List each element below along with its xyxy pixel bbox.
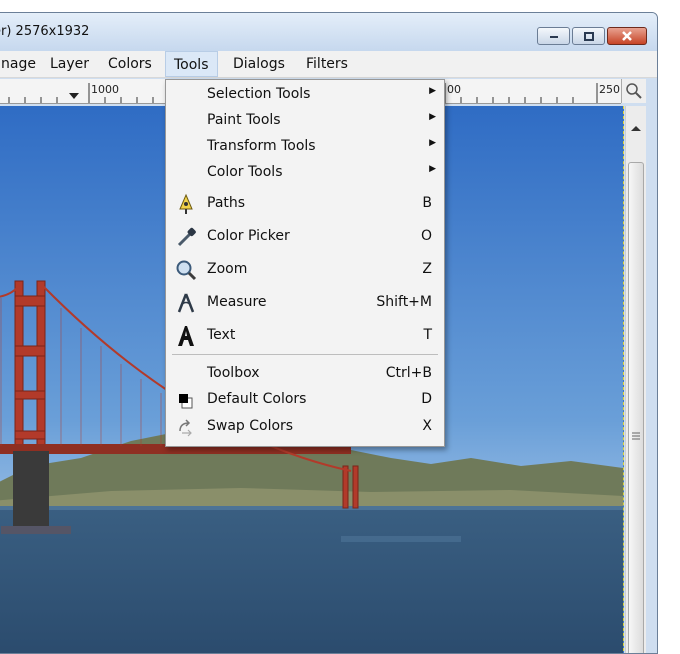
window-title: er) 2576x1932 (0, 24, 90, 39)
color-picker-icon (174, 225, 198, 249)
menu-separator (172, 354, 438, 355)
shortcut-label: Ctrl+B (385, 365, 432, 381)
menu-dialogs[interactable]: Dialogs (233, 56, 285, 72)
grip-icon (632, 432, 640, 440)
menu-item-text[interactable]: Text T (166, 324, 444, 350)
vertical-scrollbar[interactable] (625, 106, 646, 653)
submenu-arrow-icon: ▶ (429, 164, 436, 174)
menu-item-swap-colors[interactable]: Swap Colors X (166, 418, 444, 440)
menu-item-selection-tools[interactable]: Selection Tools ▶ (166, 86, 444, 108)
menu-item-paths[interactable]: Paths B (166, 192, 444, 218)
menu-image[interactable]: nage (1, 56, 36, 72)
menu-item-label: Default Colors (207, 391, 307, 407)
submenu-arrow-icon: ▶ (429, 138, 436, 148)
menu-item-toolbox[interactable]: Toolbox Ctrl+B (166, 365, 444, 387)
tools-menu-dropdown: Selection Tools ▶ Paint Tools ▶ Transfor… (165, 79, 445, 447)
menu-item-color-picker[interactable]: Color Picker O (166, 225, 444, 251)
menu-colors[interactable]: Colors (108, 56, 152, 72)
menu-item-label: Paths (207, 195, 246, 211)
window-controls (537, 27, 647, 45)
scrollbar-thumb[interactable] (628, 162, 644, 653)
menu-item-measure[interactable]: Measure Shift+M (166, 291, 444, 317)
shortcut-label: X (422, 418, 432, 434)
menu-item-label: Zoom (207, 261, 248, 277)
menu-item-label: Swap Colors (207, 418, 294, 434)
menu-bar: nage Layer Colors Tools Dialogs Filters (0, 51, 657, 78)
menu-item-label: Selection Tools (207, 86, 311, 102)
close-button[interactable] (607, 27, 647, 45)
menu-item-label: Color Picker (207, 228, 290, 244)
menu-item-label: Transform Tools (207, 138, 316, 154)
zoom-icon (174, 258, 198, 282)
maximize-button[interactable] (572, 27, 605, 45)
swap-colors-icon (174, 416, 198, 440)
menu-item-label: Toolbox (207, 365, 260, 381)
title-bar: er) 2576x1932 (0, 13, 657, 51)
paths-icon (174, 192, 198, 216)
default-colors-icon (174, 389, 198, 413)
submenu-arrow-icon: ▶ (429, 86, 436, 96)
shortcut-label: Z (422, 261, 432, 277)
menu-item-label: Paint Tools (207, 112, 281, 128)
menu-tools[interactable]: Tools (165, 51, 218, 77)
minimize-button[interactable] (537, 27, 570, 45)
minimize-icon (549, 36, 558, 38)
ruler-label: 250 (599, 83, 620, 96)
menu-item-default-colors[interactable]: Default Colors D (166, 391, 444, 413)
menu-item-label: Text (207, 327, 236, 343)
measure-icon (174, 291, 198, 315)
shortcut-label: Shift+M (376, 294, 432, 310)
menu-item-label: Color Tools (207, 164, 283, 180)
text-icon (174, 324, 198, 348)
menu-layer[interactable]: Layer (50, 56, 89, 72)
menu-filters[interactable]: Filters (306, 56, 348, 72)
ruler-label: 1000 (91, 83, 119, 96)
menu-item-paint-tools[interactable]: Paint Tools ▶ (166, 112, 444, 134)
ruler-label: 00 (447, 83, 461, 96)
maximize-icon (583, 31, 594, 41)
zoom-navigate-button[interactable] (621, 79, 646, 103)
menu-item-label: Measure (207, 294, 267, 310)
shortcut-label: T (423, 327, 432, 343)
scroll-up-icon[interactable] (627, 120, 645, 138)
shortcut-label: O (420, 228, 432, 244)
shortcut-label: B (422, 195, 432, 211)
close-icon (622, 31, 632, 41)
menu-item-transform-tools[interactable]: Transform Tools ▶ (166, 138, 444, 160)
submenu-arrow-icon: ▶ (429, 112, 436, 122)
menu-item-zoom[interactable]: Zoom Z (166, 258, 444, 284)
shortcut-label: D (421, 391, 432, 407)
menu-item-color-tools[interactable]: Color Tools ▶ (166, 164, 444, 186)
navigate-icon (626, 83, 642, 99)
